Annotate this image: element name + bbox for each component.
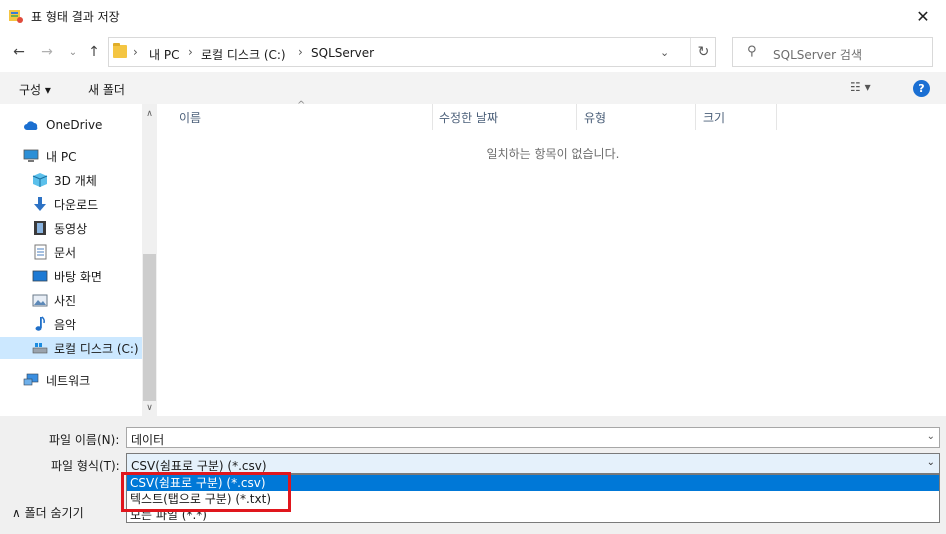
scroll-down-icon[interactable]: ∨ [142,400,157,415]
search-placeholder[interactable]: SQLServer 검색 [773,46,862,63]
filetype-select[interactable]: CSV(쉼표로 구분) (*.csv) ⌄ [126,453,940,474]
new-folder-button[interactable]: 새 폴더 [88,81,125,98]
scroll-up-icon[interactable]: ∧ [142,106,157,121]
sidebar-item-label: OneDrive [46,118,103,132]
network-icon [23,372,39,388]
command-toolbar: 구성 ▾ 새 폴더 ☷ ▾ ? [0,72,946,104]
sidebar-item-label: 동영상 [54,221,88,236]
up-button[interactable]: ↑ [85,41,103,63]
breadcrumb-separator[interactable]: › [188,45,193,59]
sidebar-item-label: 다운로드 [54,197,99,212]
sidebar-item-local-disk[interactable]: 로컬 디스크 (C:) [0,337,142,359]
sidebar-item-network[interactable]: 네트워크 [0,369,142,391]
sidebar-item-pictures[interactable]: 사진 [0,289,142,311]
sidebar-item-this-pc[interactable]: 내 PC [0,145,142,167]
filename-field[interactable]: 데이터 ⌄ [126,427,940,448]
sidebar-item-downloads[interactable]: 다운로드 [0,193,142,215]
sidebar-item-label: 내 PC [46,149,77,164]
sidebar-item-onedrive[interactable]: OneDrive [0,114,142,136]
navigation-scrollbar[interactable]: ∧ ∨ [142,104,157,416]
filetype-label: 파일 형식(T): [51,459,120,473]
refresh-button[interactable]: ↻ [690,38,716,66]
column-header-date[interactable]: 수정한 날짜 [439,104,498,130]
film-icon [32,220,48,236]
music-note-icon [32,316,48,332]
column-divider[interactable] [776,104,777,130]
chevron-down-icon[interactable]: ⌄ [927,431,935,442]
sidebar-item-music[interactable]: 음악 [0,313,142,335]
help-icon[interactable]: ? [913,80,930,97]
sidebar-item-label: 사진 [54,293,77,308]
download-arrow-icon [32,196,48,212]
breadcrumb-separator[interactable]: › [298,45,303,59]
desktop-icon [32,268,48,284]
sidebar-item-label: 3D 개체 [54,173,97,188]
sort-ascending-icon: ^ [297,100,306,111]
folder-icon [113,43,127,58]
drive-icon [32,340,48,356]
column-divider[interactable] [695,104,696,130]
column-header-size[interactable]: 크기 [703,104,725,130]
breadcrumb-local-disk[interactable]: 로컬 디스크 (C:) [201,46,286,63]
computer-icon [23,148,39,164]
chevron-down-icon[interactable]: ⌄ [927,457,935,468]
back-button[interactable]: ← [10,41,28,63]
title-bar: 표 형태 결과 저장 ✕ [0,0,946,32]
window-title: 표 형태 결과 저장 [31,10,120,24]
column-header-type[interactable]: 유형 [584,104,606,130]
forward-button[interactable]: → [38,41,56,63]
address-dropdown-icon[interactable]: ⌄ [660,46,669,59]
navigation-pane: OneDrive 내 PC 3D 개체 다운로드 동영상 문서 바탕 화면 사진… [0,104,157,416]
close-button[interactable]: ✕ [900,0,946,32]
sidebar-item-3d-objects[interactable]: 3D 개체 [0,169,142,191]
breadcrumb-separator[interactable]: › [133,45,138,59]
breadcrumb-this-pc[interactable]: 내 PC [149,46,179,63]
sidebar-item-label: 문서 [54,245,77,260]
sidebar-item-videos[interactable]: 동영상 [0,217,142,239]
column-divider[interactable] [576,104,577,130]
breadcrumb-sqlserver[interactable]: SQLServer [311,46,374,60]
cube-icon [32,172,48,188]
recent-locations-button[interactable]: ⌄ [64,41,82,63]
filename-value[interactable]: 데이터 [131,431,164,448]
search-icon: ⚲ [747,44,757,59]
app-icon [9,10,23,23]
sidebar-item-label: 네트워크 [46,373,91,388]
annotation-highlight-box [121,472,291,512]
column-header-name[interactable]: 이름 [179,104,201,130]
cloud-icon [23,117,39,133]
search-box[interactable]: ⚲ SQLServer 검색 [732,37,933,67]
picture-icon [32,292,48,308]
document-icon [32,244,48,260]
file-list: ^ 이름 수정한 날짜 유형 크기 일치하는 항목이 없습니다. [160,100,946,416]
view-options-button[interactable]: ☷ ▾ [850,80,871,94]
hide-folders-button[interactable]: ∧ 폴더 숨기기 [12,504,84,521]
sidebar-item-label: 로컬 디스크 (C:) [54,341,139,356]
navigation-bar: ← → ⌄ ↑ › 내 PC › 로컬 디스크 (C:) › SQLServer… [0,34,946,70]
scrollbar-thumb[interactable] [143,254,156,401]
sidebar-item-label: 음악 [54,317,77,332]
sidebar-item-label: 바탕 화면 [54,269,102,284]
address-bar[interactable]: › 내 PC › 로컬 디스크 (C:) › SQLServer ⌄ ↻ [108,37,716,67]
filename-label: 파일 이름(N): [49,433,120,447]
empty-message: 일치하는 항목이 없습니다. [486,147,620,161]
sidebar-item-desktop[interactable]: 바탕 화면 [0,265,142,287]
column-divider[interactable] [432,104,433,130]
sidebar-item-documents[interactable]: 문서 [0,241,142,263]
organize-button[interactable]: 구성 ▾ [19,81,51,98]
